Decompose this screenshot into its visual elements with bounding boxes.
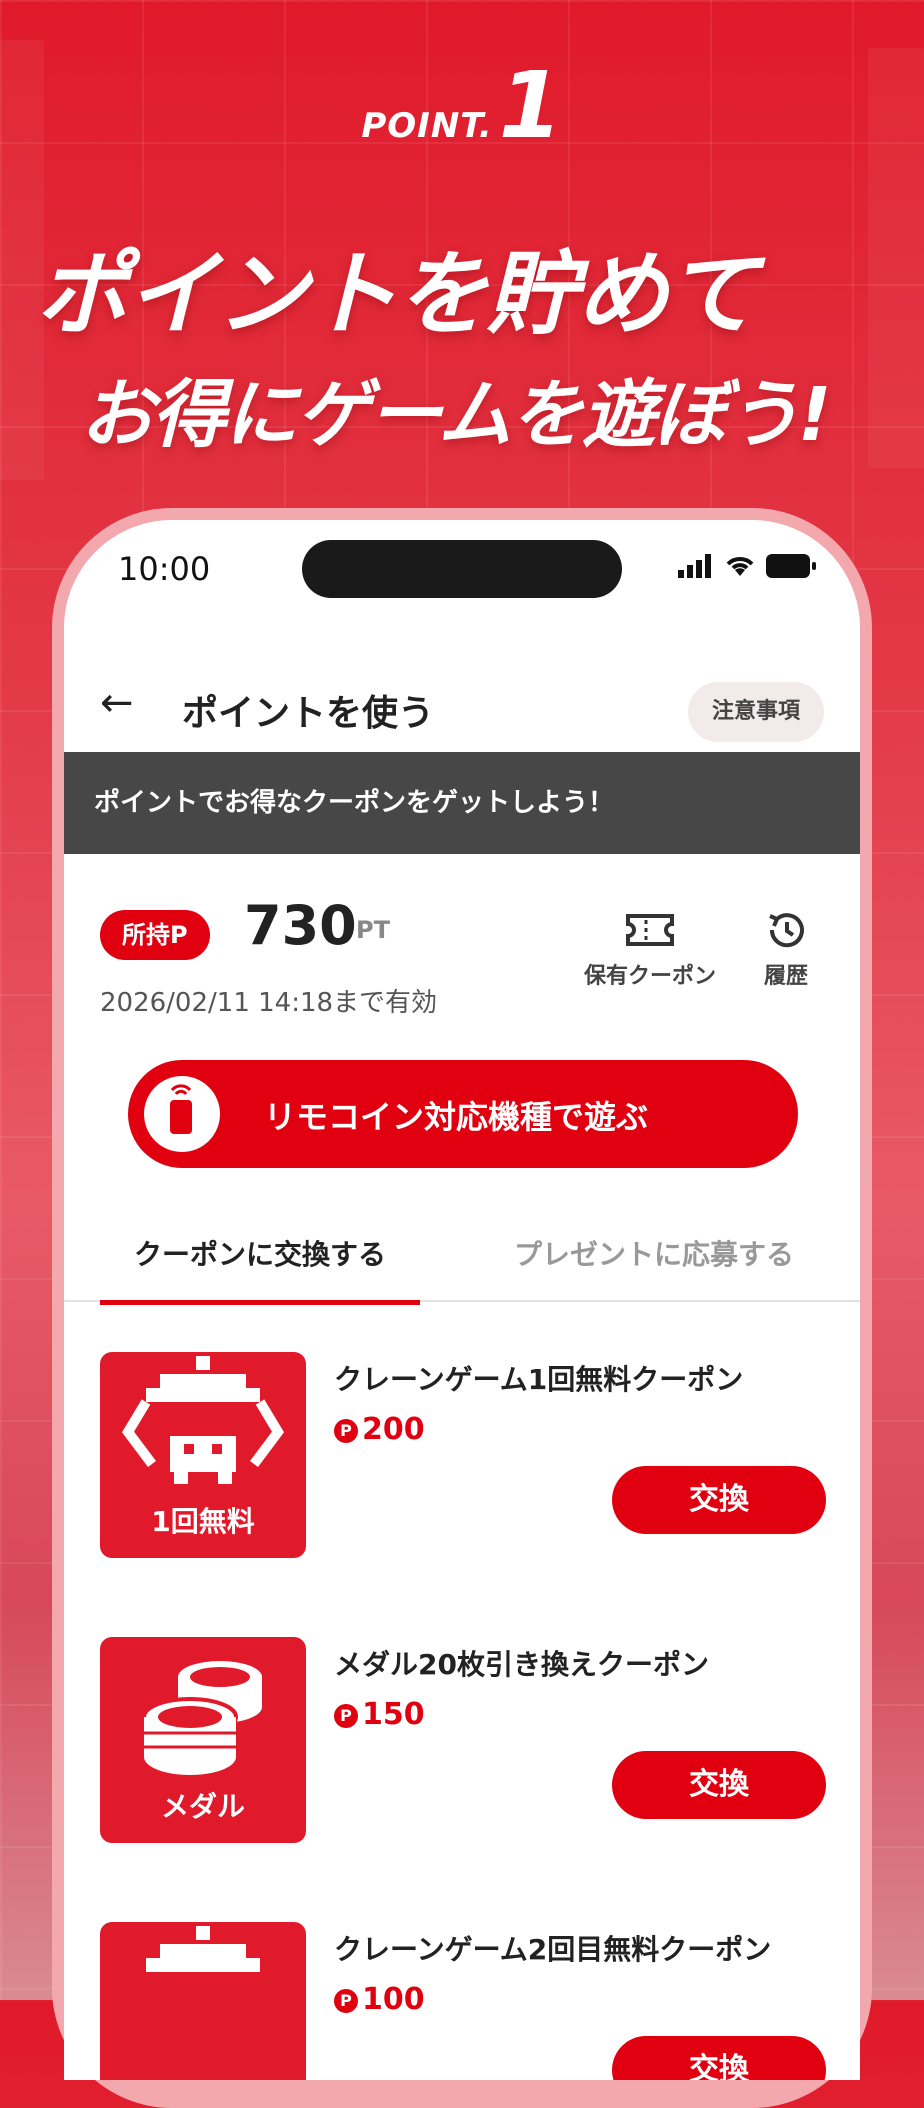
points-expiry: 2026/02/11 14:18まで有効 [100, 988, 438, 1018]
history-icon [769, 913, 804, 948]
thumbnail-label: 1回無料 [151, 1505, 255, 1538]
tab-apply-present[interactable]: プレゼントに応募する [484, 1210, 824, 1300]
points-unit: PT [356, 916, 390, 944]
held-coupons-label: 保有クーポン [584, 964, 717, 989]
headline-line2: お得にゲームを遊ぼう! [80, 372, 832, 458]
headline-line1: ポイントを貯めて [36, 241, 758, 348]
points-badge: 所持P [100, 910, 210, 960]
page-title: ポイントを使う [182, 693, 435, 734]
ticket-icon [626, 914, 674, 946]
status-icons [678, 554, 816, 578]
coupon-price: P 200 [334, 1412, 425, 1447]
coupon-name: クレーンゲーム1回無料クーポン [334, 1363, 744, 1396]
notice-button[interactable]: 注意事項 [687, 682, 824, 742]
tab-bar: クーポンに交換する プレゼントに応募する [64, 1210, 860, 1305]
app-header: ← ポイントを使う 注意事項 [64, 660, 860, 750]
crane-invader-icon [146, 1926, 260, 1972]
coupon-thumbnail: メダル [100, 1637, 306, 1843]
tab-exchange-coupon[interactable]: クーポンに交換する [100, 1210, 420, 1305]
exchange-button[interactable]: 交換 [612, 1751, 826, 1819]
exchange-button[interactable]: 交換 [612, 2036, 826, 2080]
play-button-label: リモコイン対応機種で遊ぶ [264, 1098, 649, 1136]
point-label: POINT.1 [361, 52, 563, 159]
points-value: 730 [244, 894, 357, 957]
exchange-button[interactable]: 交換 [612, 1466, 826, 1534]
coupon-name: クレーンゲーム2回目無料クーポン [334, 1933, 772, 1966]
dynamic-island [302, 540, 622, 598]
point-icon: P [334, 1704, 358, 1728]
wifi-icon [726, 557, 754, 576]
coupon-item: クレーンゲーム2回目無料クーポン P 100 交換 [64, 1902, 860, 2080]
signal-icon [678, 554, 711, 578]
coupon-item: メダル メダル20枚引き換えクーポン P 150 交換 [64, 1617, 860, 1857]
phone-wave-icon [144, 1076, 220, 1152]
info-banner: ポイントでお得なクーポンをゲットしよう！ [64, 752, 860, 854]
coupon-thumbnail [100, 1922, 306, 2080]
medal-stack-icon [142, 1661, 262, 1775]
history-button[interactable]: 履歴 [764, 910, 808, 990]
phone-screen: 10:00 ← ポイントを使う 注意事項 ポイントでお得なクーポンをゲットしよう… [64, 520, 860, 2080]
points-summary: 所持P 730 PT 2026/02/11 14:18まで有効 保有クーポン 履… [64, 890, 860, 1030]
play-remocoin-button[interactable]: リモコイン対応機種で遊ぶ [128, 1060, 798, 1168]
status-time: 10:00 [118, 550, 211, 588]
coupon-item: 1回無料 クレーンゲーム1回無料クーポン P 200 交換 [64, 1332, 860, 1572]
back-arrow-icon[interactable]: ← [100, 680, 134, 726]
status-bar: 10:00 [64, 520, 860, 630]
crane-invader-icon [121, 1356, 285, 1484]
history-label: 履歴 [764, 964, 809, 989]
coupon-name: メダル20枚引き換えクーポン [334, 1648, 709, 1681]
point-icon: P [334, 1419, 358, 1443]
coupon-price: P 150 [334, 1697, 425, 1732]
thumbnail-label: メダル [160, 1790, 245, 1823]
coupon-thumbnail: 1回無料 [100, 1352, 306, 1558]
battery-icon [766, 554, 816, 578]
held-coupons-button[interactable]: 保有クーポン [584, 910, 716, 990]
point-icon: P [334, 1989, 358, 2013]
